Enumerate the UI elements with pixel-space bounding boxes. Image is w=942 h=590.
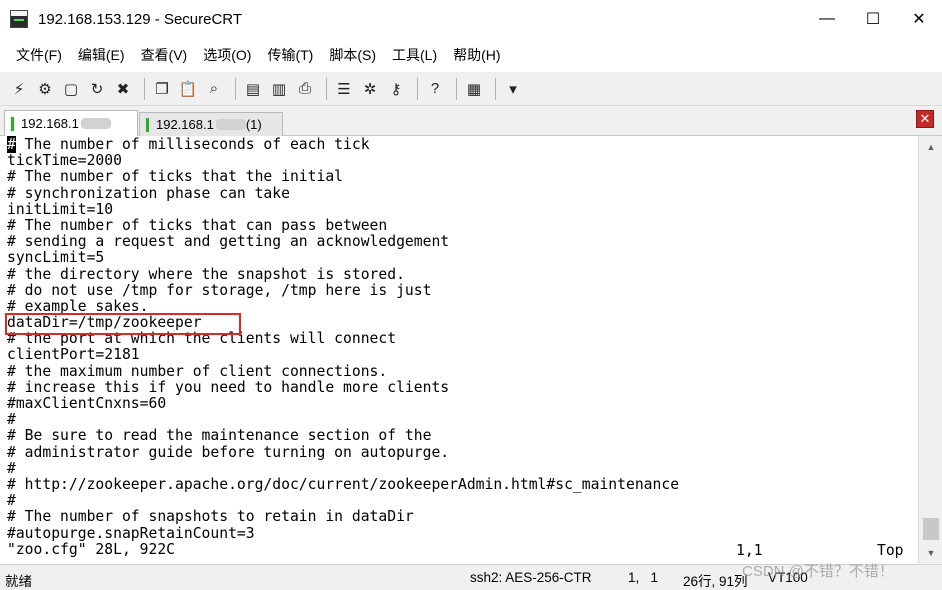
copy-icon[interactable]: ❐ — [151, 78, 173, 100]
window-title: 192.168.153.129 - SecureCRT — [38, 10, 243, 28]
connect-icon[interactable]: ⚡ — [8, 78, 30, 100]
toolbar-separator — [326, 77, 327, 100]
terminal-text: # The number of milliseconds of each tic… — [7, 136, 680, 558]
terminal-line: # The number of milliseconds of each tic… — [7, 136, 370, 153]
terminal-line: # — [7, 492, 16, 510]
maximize-button[interactable]: ☐ — [850, 0, 896, 38]
status-encryption: ssh2: AES-256-CTR — [470, 570, 592, 585]
terminal-line: # the maximum number of client connectio… — [7, 362, 388, 380]
toolbar-separator — [456, 77, 457, 100]
global-options-icon[interactable]: ✲ — [359, 78, 381, 100]
terminal-line: # The number of ticks that the initial — [7, 168, 344, 186]
terminal-line: # The number of ticks that can pass betw… — [7, 216, 388, 234]
status-row-col: 1, 1 — [628, 570, 659, 585]
session-tab-bar: 192.168.1 192.168.1 (1) — [0, 106, 942, 136]
vim-cursor-position: 1,1 — [736, 542, 763, 559]
session-tab-suffix: (1) — [245, 117, 262, 132]
close-button[interactable]: ✕ — [896, 0, 942, 38]
redacted-text — [80, 118, 111, 129]
terminal-line: # increase this if you need to handle mo… — [7, 378, 450, 396]
menu-transfer[interactable]: 传输(T) — [259, 45, 321, 65]
terminal-line: # — [7, 411, 16, 429]
menu-help[interactable]: 帮助(H) — [445, 45, 508, 65]
minimize-button[interactable]: — — [804, 0, 850, 38]
print-setup-icon[interactable]: ▤ — [242, 78, 264, 100]
find-icon[interactable]: ⌕ — [203, 78, 225, 100]
menu-tools[interactable]: 工具(L) — [384, 45, 445, 65]
menu-options[interactable]: 选项(O) — [195, 45, 259, 65]
status-ready: 就绪 — [5, 574, 32, 589]
terminal-line: # http://zookeeper.apache.org/doc/curren… — [7, 475, 680, 493]
connected-status-icon — [146, 117, 149, 132]
securecrt-app-icon[interactable] — [10, 10, 28, 28]
connected-status-icon — [11, 116, 14, 131]
session-tab-label: 192.168.1 — [156, 117, 214, 132]
paste-icon[interactable]: 📋 — [177, 78, 199, 100]
window-controls: — ☐ ✕ — [804, 0, 942, 38]
toolbar-separator — [144, 77, 145, 100]
help-icon[interactable]: ? — [424, 78, 446, 100]
vim-scroll-position: Top — [877, 542, 904, 559]
menu-bar: 文件(F) 编辑(E) 查看(V) 选项(O) 传输(T) 脚本(S) 工具(L… — [0, 38, 942, 72]
menu-file[interactable]: 文件(F) — [8, 45, 70, 65]
terminal-line: # synchronization phase can take — [7, 184, 290, 202]
menu-view[interactable]: 查看(V) — [133, 45, 196, 65]
scroll-down-icon[interactable]: ▼ — [919, 544, 942, 562]
terminal-line: clientPort=2181 — [7, 346, 140, 364]
highlight-annotation-box — [5, 313, 241, 335]
terminal-line: #autopurge.snapRetainCount=3 — [7, 524, 255, 542]
session-tab-label: 192.168.1 — [21, 116, 79, 131]
terminal-line: # — [7, 459, 16, 477]
toolbar-separator — [235, 77, 236, 100]
terminal-line: tickTime=2000 — [7, 152, 122, 170]
toolbar-overflow-icon[interactable]: ▾ — [502, 78, 524, 100]
key-map-icon[interactable]: ⚷ — [385, 78, 407, 100]
print-icon[interactable]: ⎙ — [294, 78, 316, 100]
terminal-line: # sending a request and getting an ackno… — [7, 233, 450, 251]
terminal-line: # The number of snapshots to retain in d… — [7, 508, 414, 526]
session-tab-active[interactable]: 192.168.1 — [4, 110, 138, 136]
disconnect-icon[interactable]: ✖ — [112, 78, 134, 100]
terminal-line: # Be sure to read the maintenance sectio… — [7, 427, 432, 445]
toolbar-separator — [417, 77, 418, 100]
csdn-watermark: CSDN @不错？不错！ — [742, 563, 894, 580]
toolbar-separator — [495, 77, 496, 100]
quick-connect-icon[interactable]: ⚙ — [34, 78, 56, 100]
terminal-cursor: # — [7, 136, 16, 153]
print-selection-icon[interactable]: ▥ — [268, 78, 290, 100]
scroll-up-icon[interactable]: ▲ — [919, 138, 942, 156]
session-tab-inactive[interactable]: 192.168.1 (1) — [139, 112, 283, 136]
connect-in-tab-icon[interactable]: ▢ — [60, 78, 82, 100]
status-rows-cols: 26行, 91列 — [683, 574, 748, 589]
menu-script[interactable]: 脚本(S) — [321, 45, 384, 65]
sftp-icon[interactable]: ▦ — [463, 78, 485, 100]
title-bar: 192.168.153.129 - SecureCRT — ☐ ✕ — [0, 0, 942, 38]
scrollbar-thumb[interactable] — [923, 518, 939, 540]
terminal-line: "zoo.cfg" 28L, 922C — [7, 540, 176, 558]
terminal-area[interactable]: # The number of milliseconds of each tic… — [0, 136, 918, 564]
terminal-line: initLimit=10 — [7, 200, 114, 218]
terminal-line: # the directory where the snapshot is st… — [7, 265, 405, 283]
toolbar: ⚡ ⚙ ▢ ↻ ✖ ❐ 📋 ⌕ ▤ ▥ ⎙ ☰ ✲ ⚷? ▦ ▾ — [0, 72, 942, 106]
terminal-line: #maxClientCnxns=60 — [7, 395, 167, 412]
terminal-line: syncLimit=5 — [7, 249, 105, 267]
close-tab-icon[interactable]: ✕ — [916, 110, 934, 128]
session-options-icon[interactable]: ☰ — [333, 78, 355, 100]
reconnect-icon[interactable]: ↻ — [86, 78, 108, 100]
terminal-scrollbar[interactable]: ▲ ▼ — [918, 136, 942, 564]
redacted-text — [215, 119, 246, 130]
menu-edit[interactable]: 编辑(E) — [70, 45, 133, 65]
terminal-line: # do not use /tmp for storage, /tmp here… — [7, 281, 432, 299]
terminal-line: # administrator guide before turning on … — [7, 443, 450, 461]
